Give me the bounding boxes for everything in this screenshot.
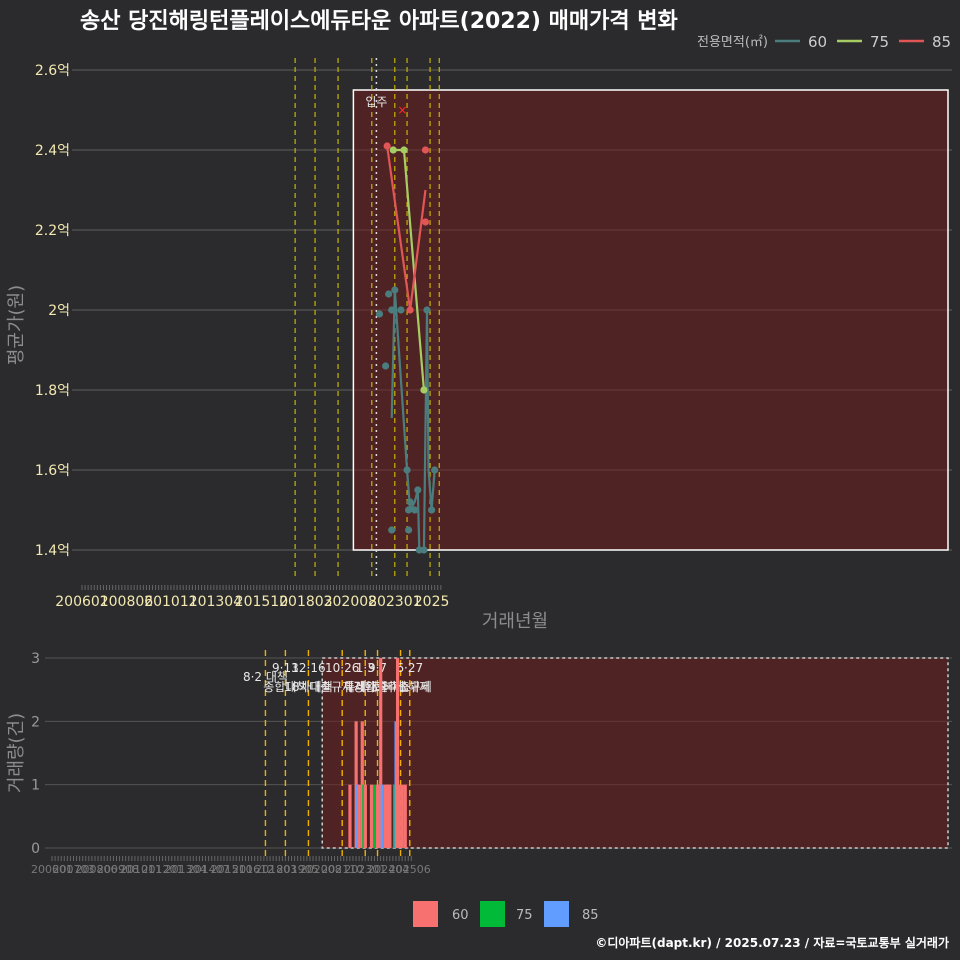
data-point-85 xyxy=(421,146,430,154)
y-tick-label: 1.4억 xyxy=(35,543,70,559)
legend-label-85: 85 xyxy=(932,33,951,51)
bottom-legend-85: 85 xyxy=(582,908,599,923)
data-point-60 xyxy=(414,486,422,494)
volume-bar-60 xyxy=(400,784,404,848)
move-in-label: 입주 xyxy=(365,95,387,109)
legend-swatch-60 xyxy=(413,901,438,927)
y-tick-label: 1.6억 xyxy=(35,463,70,479)
y-tick-label: 2.6억 xyxy=(35,63,70,79)
data-point-60 xyxy=(388,306,396,314)
data-point-60 xyxy=(403,466,411,474)
legend-swatch-85 xyxy=(544,901,569,927)
legend-swatch-75 xyxy=(480,901,505,927)
data-point-60 xyxy=(406,498,414,506)
volume-y-tick: 2 xyxy=(31,714,40,730)
data-point-75 xyxy=(389,146,397,154)
data-point-60 xyxy=(388,526,396,534)
bottom-legend-75: 75 xyxy=(516,908,533,923)
volume-x-tick: 202506 xyxy=(389,863,431,876)
volume-y-axis-title: 거래량(건) xyxy=(6,713,27,793)
volume-bar-85 xyxy=(380,784,384,848)
data-point-60 xyxy=(423,306,431,314)
move-in-period-box xyxy=(352,89,949,551)
policy-label: 9·7 xyxy=(368,661,387,675)
data-point-60 xyxy=(381,362,390,370)
volume-bar-75 xyxy=(372,784,377,848)
volume-bar-60 xyxy=(357,784,361,848)
credit-text: ©디아파트(dapt.kr) / 2025.07.23 / 자료=국토교통부 실… xyxy=(595,935,949,950)
volume-bar-60 xyxy=(397,784,401,848)
y-tick-label: 2.4억 xyxy=(35,143,70,159)
bottom-legend-60: 60 xyxy=(452,908,469,923)
chart-title: 송산 당진해링턴플레이스에듀타운 아파트(2022) 매매가격 변화 xyxy=(80,9,678,34)
volume-bar-60 xyxy=(388,784,392,848)
legend-label-60: 60 xyxy=(808,33,827,51)
policy-label-detail: 대출규제 xyxy=(388,680,432,694)
volume-panel: 0123200601200703200806200908201011201201… xyxy=(31,650,952,876)
data-point-60 xyxy=(427,506,436,514)
policy-label: 12·16 xyxy=(291,661,325,675)
data-point-85 xyxy=(421,218,430,226)
legend-bottom: 60 75 85 xyxy=(413,901,599,927)
data-point-60 xyxy=(411,506,419,514)
data-point-75 xyxy=(400,146,408,154)
x-axis-title: 거래년월 xyxy=(482,611,548,632)
data-point-60 xyxy=(404,506,413,514)
legend-top: 전용면적(㎡) 60 75 85 xyxy=(697,33,951,51)
volume-y-tick: 0 xyxy=(31,841,40,857)
data-point-60 xyxy=(431,466,439,474)
price-panel: 1.4억1.6억1.8억2억2.2억2.4억2.6억20060120080620… xyxy=(35,58,952,610)
volume-y-tick: 1 xyxy=(31,778,40,794)
volume-bar-60 xyxy=(348,784,352,848)
data-point-60 xyxy=(385,290,393,298)
volume-y-tick: 3 xyxy=(31,651,40,667)
data-point-60 xyxy=(397,306,405,314)
data-point-85 xyxy=(383,142,391,150)
volume-bar-60 xyxy=(369,784,374,848)
x-marker: × xyxy=(397,103,407,117)
x-tick-label: 2025 xyxy=(414,594,450,610)
legend-title: 전용면적(㎡) xyxy=(697,35,768,50)
y-axis-title: 평균가(원) xyxy=(6,285,27,365)
y-tick-label: 2.2억 xyxy=(35,223,70,239)
policy-label: 6·27 xyxy=(396,661,423,675)
volume-bar-60 xyxy=(363,784,367,848)
data-point-60 xyxy=(375,310,384,318)
legend-label-75: 75 xyxy=(870,33,889,51)
price-chart-figure: 송산 당진해링턴플레이스에듀타운 아파트(2022) 매매가격 변화 전용면적(… xyxy=(6,9,952,950)
data-point-60 xyxy=(404,526,413,534)
y-tick-label: 2억 xyxy=(48,303,70,319)
policy-label: 10·26 xyxy=(325,661,359,675)
data-point-85 xyxy=(406,306,414,314)
data-point-60 xyxy=(391,286,399,294)
volume-bar-60 xyxy=(403,784,407,848)
data-point-75 xyxy=(420,386,428,394)
y-tick-label: 1.8억 xyxy=(35,383,70,399)
data-point-60 xyxy=(420,546,428,554)
